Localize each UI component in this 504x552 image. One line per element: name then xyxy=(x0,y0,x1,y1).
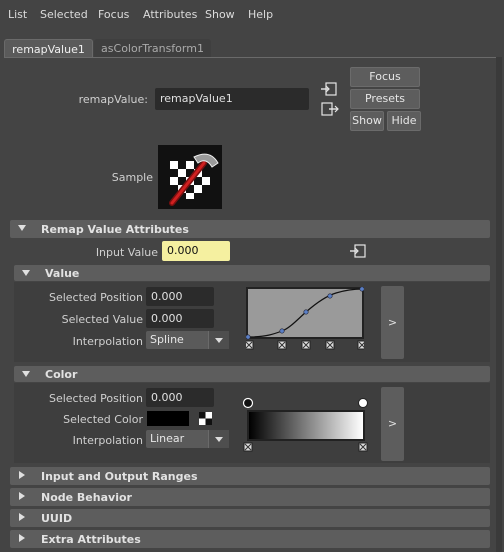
section-title: UUID xyxy=(41,512,73,525)
menu-focus[interactable]: Focus xyxy=(98,8,129,21)
tab-ascolortransform1[interactable]: asColorTransform1 xyxy=(94,39,211,58)
hide-button[interactable]: Hide xyxy=(387,111,421,131)
menu-show[interactable]: Show xyxy=(205,8,235,21)
section-title: Input and Output Ranges xyxy=(41,470,198,483)
collapse-arrow-icon xyxy=(22,270,30,276)
value-selected-value-label: Selected Value xyxy=(61,313,143,326)
section-value[interactable]: Value xyxy=(14,265,490,281)
tab-remapvalue1[interactable]: remapValue1 xyxy=(4,39,93,58)
output-connection-icon[interactable] xyxy=(321,102,339,116)
color-interpolation-dropdown[interactable]: Linear xyxy=(146,430,229,448)
input-connection-icon[interactable] xyxy=(321,82,337,96)
value-selected-position-field[interactable]: 0.000 xyxy=(146,287,214,306)
section-color[interactable]: Color xyxy=(14,366,490,382)
section-extra-attributes[interactable]: Extra Attributes xyxy=(10,530,490,548)
show-button[interactable]: Show xyxy=(350,111,384,131)
section-input-output-ranges[interactable]: Input and Output Ranges xyxy=(10,467,490,485)
chevron-down-icon xyxy=(208,430,229,448)
dropdown-value: Linear xyxy=(150,432,185,445)
collapse-arrow-icon xyxy=(22,371,30,377)
expand-arrow-icon xyxy=(19,534,25,542)
selected-color-swatch[interactable] xyxy=(147,411,189,426)
color-selected-position-label: Selected Position xyxy=(48,392,143,405)
value-expand-button[interactable]: > xyxy=(381,286,404,359)
input-value-label: Input Value xyxy=(95,246,158,259)
tab-divider xyxy=(4,57,496,58)
node-name-label: remapValue: xyxy=(78,93,148,106)
color-selected-position-field[interactable]: 0.000 xyxy=(146,388,214,407)
value-selected-position-label: Selected Position xyxy=(48,291,143,304)
menu-attributes[interactable]: Attributes xyxy=(143,8,197,21)
collapse-arrow-icon xyxy=(18,225,26,231)
expand-arrow-icon xyxy=(19,492,25,500)
color-interpolation-label: Interpolation xyxy=(72,434,143,447)
color-selected-color-label: Selected Color xyxy=(63,413,143,426)
scrollbar[interactable] xyxy=(496,57,502,552)
color-expand-button[interactable]: > xyxy=(381,387,404,461)
node-name-field[interactable]: remapValue1 xyxy=(155,88,309,110)
section-node-behavior[interactable]: Node Behavior xyxy=(10,488,490,506)
presets-button[interactable]: Presets xyxy=(350,89,420,109)
value-selected-value-field[interactable]: 0.000 xyxy=(146,309,214,328)
color-ramp-graph[interactable] xyxy=(242,396,370,454)
menu-help[interactable]: Help xyxy=(248,8,273,21)
section-remap-value-attributes[interactable]: Remap Value Attributes xyxy=(10,220,490,238)
section-uuid[interactable]: UUID xyxy=(10,509,490,527)
dropdown-value: Spline xyxy=(150,333,184,346)
remap-node-icon xyxy=(169,153,219,206)
chevron-down-icon xyxy=(208,331,229,349)
input-value-field[interactable]: 0.000 xyxy=(162,241,230,261)
section-title: Node Behavior xyxy=(41,491,132,504)
section-title: Value xyxy=(45,267,80,280)
menu-list[interactable]: List xyxy=(8,8,27,21)
menu-bar: List Selected Focus Attributes Show Help xyxy=(0,0,504,28)
tab-strip: remapValue1 asColorTransform1 xyxy=(4,39,496,58)
focus-button[interactable]: Focus xyxy=(350,67,420,87)
section-title: Remap Value Attributes xyxy=(41,223,189,236)
expand-arrow-icon xyxy=(19,471,25,479)
section-title: Extra Attributes xyxy=(41,533,141,546)
value-interpolation-label: Interpolation xyxy=(72,335,143,348)
menu-selected[interactable]: Selected xyxy=(40,8,88,21)
value-interpolation-dropdown[interactable]: Spline xyxy=(146,331,229,349)
expand-arrow-icon xyxy=(19,513,25,521)
sample-label: Sample xyxy=(111,171,153,184)
value-curve-graph[interactable] xyxy=(244,286,367,351)
sample-swatch xyxy=(158,145,222,209)
input-value-connection-icon[interactable] xyxy=(350,244,366,258)
color-picker-icon[interactable] xyxy=(199,412,212,425)
section-title: Color xyxy=(45,368,78,381)
